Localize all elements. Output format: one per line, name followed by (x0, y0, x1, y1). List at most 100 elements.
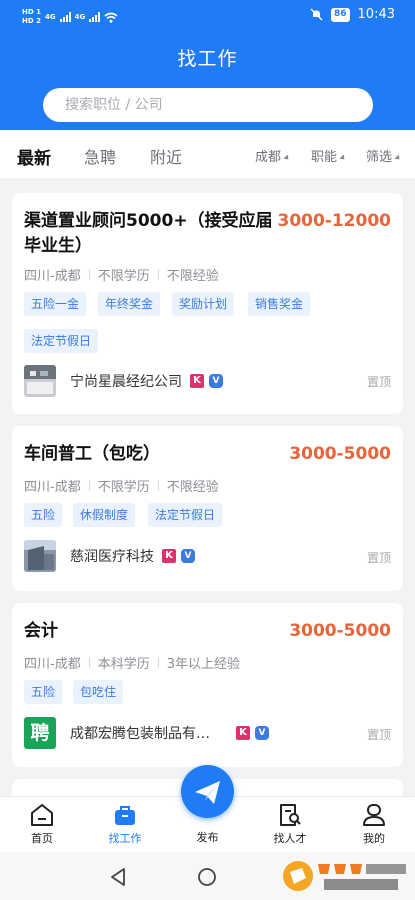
filter-function-label: 职能 (311, 150, 338, 165)
find-talent-icon (280, 804, 301, 826)
tab-home[interactable]: 首页 (12, 803, 72, 846)
tab-mine[interactable]: 我的 (344, 803, 404, 846)
divider (157, 480, 159, 491)
company-logo (24, 365, 56, 397)
k-badge-icon: K (190, 374, 204, 388)
verified-icon: V (181, 549, 195, 563)
sim1-label: HD 1 (22, 8, 41, 16)
k-badge-icon: K (236, 726, 250, 740)
home-icon (31, 804, 53, 826)
tab-nearby[interactable]: 附近 (150, 144, 182, 168)
job-salary: 3000-5000 (289, 444, 391, 464)
job-education: 不限学历 (97, 269, 150, 284)
job-salary: 3000-5000 (289, 621, 391, 641)
company-row[interactable]: 宁尚星晨经纪公司 K V (24, 365, 223, 397)
net1-label: 4G (44, 13, 56, 21)
net2-label: 4G (74, 13, 86, 21)
signal-icon (59, 12, 71, 22)
publish-label: 发布 (196, 831, 219, 844)
benefit-tag: 法定节假日 (24, 329, 99, 353)
job-experience: 不限经验 (166, 269, 219, 284)
divider (157, 269, 159, 280)
pinned-label: 置顶 (366, 551, 391, 565)
job-meta: 四川-成都 不限学历 不限经验 (24, 476, 219, 495)
verified-icon: V (255, 726, 269, 740)
caret-icon (394, 153, 402, 162)
company-logo: 聘 (24, 717, 56, 749)
filter-more-label: 筛选 (366, 150, 393, 165)
tab-jobs-label: 找工作 (108, 832, 142, 845)
back-icon[interactable] (109, 867, 127, 887)
user-icon (363, 804, 385, 826)
tab-latest[interactable]: 最新 (17, 144, 51, 169)
job-location: 四川-成都 (24, 480, 81, 495)
verified-icon: V (209, 374, 223, 388)
briefcase-icon (115, 806, 135, 825)
caret-icon (283, 153, 291, 162)
publish-button[interactable] (181, 765, 234, 818)
job-salary: 3000-12000 (277, 211, 391, 231)
benefit-tag: 五险 (24, 680, 63, 704)
job-education: 不限学历 (97, 480, 150, 495)
tab-jobs[interactable]: 找工作 (95, 803, 155, 846)
benefit-tag: 年终奖金 (98, 292, 161, 316)
job-location: 四川-成都 (24, 657, 81, 672)
paper-plane-icon (195, 781, 220, 804)
benefit-tag: 五险一金 (24, 292, 87, 316)
benefit-tag: 休假制度 (73, 503, 136, 527)
company-row[interactable]: 聘 成都宏腾包装制品有… K V (24, 717, 269, 749)
k-badge-icon: K (162, 549, 176, 563)
caret-icon (339, 153, 347, 162)
divider (88, 657, 90, 668)
company-logo (24, 540, 56, 572)
job-education: 本科学历 (97, 657, 150, 672)
header: 找工作 搜索职位 / 公司 (0, 32, 415, 130)
company-name: 成都宏腾包装制品有… (70, 726, 210, 742)
wifi-icon (104, 12, 118, 23)
job-meta: 四川-成都 本科学历 3年以上经验 (24, 653, 240, 672)
filter-more[interactable]: 筛选 (366, 146, 402, 165)
search-input[interactable]: 搜索职位 / 公司 (43, 88, 373, 122)
filter-city[interactable]: 成都 (255, 146, 291, 165)
company-row[interactable]: 慈润医疗科技 K V (24, 540, 195, 572)
signal-icon-2 (89, 12, 101, 22)
tab-mine-label: 我的 (363, 832, 385, 845)
divider (88, 269, 90, 280)
tab-talent[interactable]: 找人才 (260, 803, 320, 846)
sim2-label: HD 2 (22, 17, 41, 25)
pinned-label: 置顶 (366, 375, 391, 389)
company-name: 宁尚星晨经纪公司 (70, 374, 182, 390)
benefit-tag: 法定节假日 (148, 503, 223, 527)
benefit-tag: 销售奖金 (248, 292, 311, 316)
job-location: 四川-成都 (24, 269, 81, 284)
job-experience: 不限经验 (166, 480, 219, 495)
job-meta: 四川-成都 不限学历 不限经验 (24, 265, 219, 284)
mute-bell-icon (310, 8, 323, 21)
tab-bar: 最新 急聘 附近 成都 职能 筛选 (0, 130, 415, 178)
job-title: 会计 (24, 621, 58, 641)
status-bar: HD 1 HD 2 4G 4G 86 10:43 (0, 0, 415, 32)
benefit-tag: 包吃住 (73, 680, 124, 704)
job-title: 渠道置业顾问5000+（接受应届毕业生） (24, 211, 273, 256)
job-card[interactable]: 渠道置业顾问5000+（接受应届毕业生） 3000-12000 四川-成都 不限… (12, 193, 403, 414)
benefit-tag: 奖励计划 (172, 292, 235, 316)
battery-indicator: 86 (331, 7, 350, 22)
page-title: 找工作 (177, 48, 238, 70)
clock: 10:43 (357, 7, 395, 22)
divider (157, 657, 159, 668)
job-card[interactable]: 车间普工（包吃） 3000-5000 四川-成都 不限学历 不限经验 五险 休假… (12, 426, 403, 591)
benefit-tag: 五险 (24, 503, 63, 527)
job-experience: 3年以上经验 (166, 657, 240, 672)
filter-city-label: 成都 (255, 150, 282, 165)
company-name: 慈润医疗科技 (70, 549, 154, 565)
tab-talent-label: 找人才 (273, 832, 307, 845)
watermark-logo (283, 861, 406, 891)
job-card[interactable]: 会计 3000-5000 四川-成都 本科学历 3年以上经验 五险 包吃住 聘 … (12, 603, 403, 767)
filter-function[interactable]: 职能 (311, 146, 347, 165)
tab-home-label: 首页 (31, 832, 53, 845)
pinned-label: 置顶 (366, 728, 391, 742)
home-circle-icon[interactable] (197, 867, 217, 887)
job-title: 车间普工（包吃） (24, 444, 160, 464)
divider (88, 480, 90, 491)
tab-urgent[interactable]: 急聘 (84, 144, 116, 168)
